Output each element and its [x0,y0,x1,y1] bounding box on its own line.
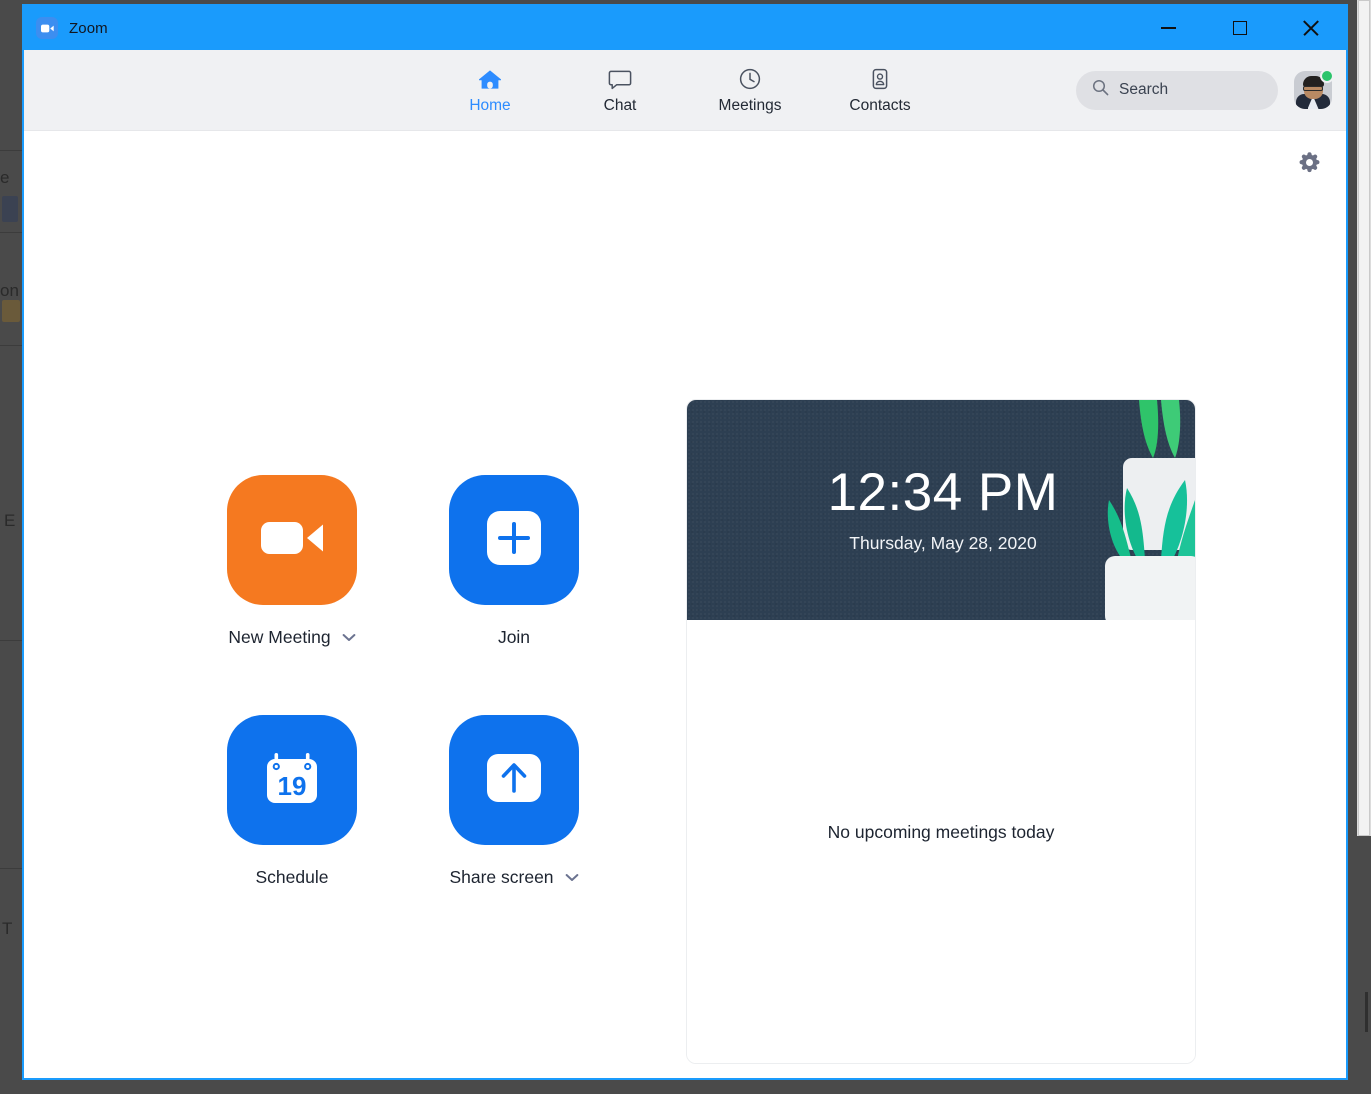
calendar-19-icon: 19 [261,747,323,814]
minimize-button[interactable] [1133,6,1204,50]
new-meeting-label-row: New Meeting [228,627,355,648]
clock-banner: 12:34 PM Thursday, May 28, 2020 [687,400,1195,620]
background-rule [0,868,22,869]
navigation-bar: Home Chat Meetings Contacts Search [24,50,1346,131]
action-grid: New Meeting Join 19 Schedule Share scree… [181,475,625,955]
avatar-glasses [1303,86,1323,91]
background-scrollbar-lower [1357,836,1371,1094]
clock-icon [737,65,763,92]
home-panel: New Meeting Join 19 Schedule Share scree… [24,131,1346,1078]
join-tile[interactable] [449,475,579,605]
new-meeting-tile[interactable] [227,475,357,605]
new-meeting-label: New Meeting [228,627,331,647]
no-meetings-message: No upcoming meetings today [827,822,1055,842]
search-icon [1092,79,1109,101]
background-text: T [2,919,13,938]
main-content: New Meeting Join 19 Schedule Share scree… [24,131,1346,1078]
contact-card-icon [867,65,893,92]
share-screen-label-row: Share screen [449,867,578,888]
new-meeting-action[interactable]: New Meeting [181,475,403,715]
search-input[interactable]: Search [1076,70,1278,110]
tab-meetings-label: Meetings [718,97,782,114]
share-screen-label: Share screen [449,867,554,887]
clock-date: Thursday, May 28, 2020 [849,533,1037,553]
chat-bubble-icon [607,65,633,92]
minimize-icon [1161,27,1176,29]
tab-home[interactable]: Home [453,65,527,115]
avatar[interactable] [1294,69,1334,109]
status-badge [1320,69,1334,83]
chevron-down-icon[interactable] [342,633,356,642]
video-camera-icon [259,516,325,565]
schedule-tile[interactable]: 19 [227,715,357,845]
background-thumbnail [2,196,18,222]
background-thumbnail [2,300,20,322]
upcoming-meetings-card: 12:34 PM Thursday, May 28, 2020 No upcom… [686,399,1196,1064]
share-screen-tile[interactable] [449,715,579,845]
close-icon [1303,20,1319,36]
zoom-video-camera-icon [36,17,58,39]
maximize-icon [1232,21,1247,35]
background-rule [0,150,22,151]
join-label: Join [497,627,531,647]
schedule-label-row: Schedule [256,867,329,888]
window-controls [1133,6,1346,50]
home-icon [477,65,503,92]
window-title: Zoom [69,19,108,37]
background-rule [0,232,22,233]
background-scrollbar-mark [1365,992,1368,1032]
upcoming-meetings-body: No upcoming meetings today [687,620,1195,1063]
background-scrollbar-thumb[interactable] [1358,0,1370,836]
background-text: E [4,511,16,530]
tab-meetings[interactable]: Meetings [713,65,787,115]
tab-contacts-label: Contacts [849,97,911,114]
zoom-application-window: Zoom Home Chat Meetings Contacts Search … [22,4,1348,1080]
tab-contacts[interactable]: Contacts [843,65,917,115]
tab-chat-label: Chat [603,97,637,114]
tab-chat[interactable]: Chat [583,65,657,115]
schedule-action[interactable]: 19 Schedule [181,715,403,955]
share-screen-action[interactable]: Share screen [403,715,625,955]
join-action[interactable]: Join [403,475,625,715]
background-text: on [0,281,19,300]
plus-icon [485,509,543,572]
maximize-button[interactable] [1204,6,1275,50]
background-text: e [0,168,10,187]
chevron-down-icon[interactable] [565,873,579,882]
tab-home-label: Home [469,97,511,114]
background-rule [0,640,22,641]
join-label-row: Join [498,627,530,648]
background-rule [0,345,22,346]
clock-time: 12:34 PM [827,463,1059,522]
svg-text:19: 19 [278,771,307,801]
desktop-background: e on E T Zoom Home Chat Meetings Contact… [0,0,1371,1094]
title-bar[interactable]: Zoom [24,6,1346,50]
nav-right-group: Search [1076,69,1346,110]
clock-texts: 12:34 PM Thursday, May 28, 2020 [687,466,1195,554]
schedule-label: Schedule [255,867,329,887]
up-arrow-icon [485,752,543,809]
close-button[interactable] [1275,6,1346,50]
search-placeholder: Search [1119,81,1169,98]
title-bar-left: Zoom [24,17,108,39]
